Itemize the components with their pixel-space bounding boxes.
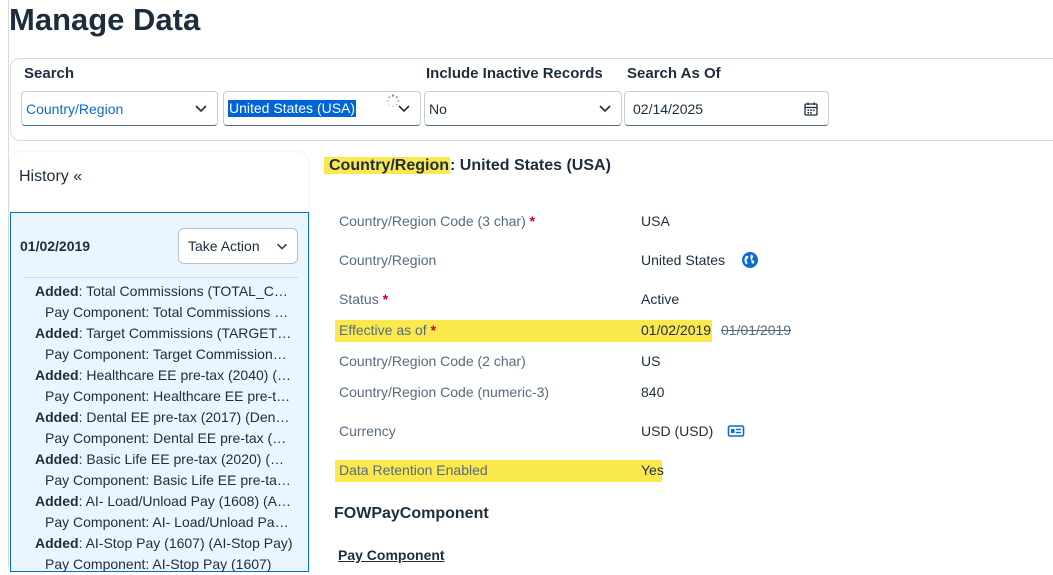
field-row-country: Country/Region United States bbox=[0, 250, 1053, 272]
search-as-of-label: Search As Of bbox=[627, 65, 721, 82]
required-marker: * bbox=[430, 322, 437, 338]
object-type-value: Country/Region bbox=[26, 100, 124, 117]
record-title: Country/Region: United States (USA) bbox=[324, 155, 611, 177]
search-as-of-value: 02/14/2025 bbox=[633, 100, 704, 117]
include-inactive-value: No bbox=[429, 100, 447, 117]
divider bbox=[23, 277, 298, 278]
field-row-code2: Country/Region Code (2 char) US bbox=[0, 351, 1053, 373]
history-change-added: Added: AI-Stop Pay (1607) (AI-Stop Pay) bbox=[35, 535, 293, 551]
search-label: Search bbox=[24, 65, 75, 82]
history-header: History « bbox=[10, 152, 308, 210]
history-change-detail: Pay Component: AI-Stop Pay (1607) bbox=[45, 556, 272, 572]
previous-value: 01/01/2019 bbox=[721, 322, 792, 338]
field-row-status: Status * Active bbox=[0, 289, 1053, 311]
search-as-of-date-input[interactable]: 02/14/2025 bbox=[624, 91, 829, 126]
required-marker: * bbox=[529, 213, 536, 229]
record-title-label: Country/Region bbox=[324, 157, 450, 174]
record-title-value: : United States (USA) bbox=[450, 157, 611, 174]
include-inactive-label: Include Inactive Records bbox=[426, 65, 603, 82]
field-value: USA bbox=[641, 213, 670, 229]
calendar-icon[interactable] bbox=[803, 101, 819, 117]
globe-icon[interactable] bbox=[741, 251, 759, 269]
field-row-code3: Country/Region Code (3 char) * USA bbox=[0, 211, 1053, 233]
subsection-title: Pay Component bbox=[338, 547, 445, 563]
field-label: Country/Region Code (2 char) bbox=[339, 353, 526, 369]
field-value: 01/02/2019 bbox=[641, 322, 712, 338]
business-card-icon[interactable] bbox=[727, 422, 745, 440]
field-label: Country/Region bbox=[339, 252, 437, 268]
object-type-select[interactable]: Country/Region bbox=[21, 91, 218, 126]
field-row-numeric: Country/Region Code (numeric-3) 840 bbox=[0, 382, 1053, 404]
field-label: Data Retention Enabled bbox=[339, 462, 488, 478]
page-title: Manage Data bbox=[9, 2, 201, 37]
field-value: United States bbox=[641, 252, 726, 268]
field-value: 840 bbox=[641, 384, 665, 400]
field-row-data-retention: Data Retention Enabled Yes bbox=[0, 460, 1053, 482]
search-bar: Search Include Inactive Records Search A… bbox=[10, 58, 1053, 141]
object-instance-select[interactable]: United States (USA) bbox=[223, 91, 421, 126]
history-change-added: Added: AI- Load/Unload Pay (1608) (AI- L… bbox=[35, 493, 293, 509]
field-label: Status * bbox=[339, 291, 389, 307]
history-collapse-toggle[interactable]: History « bbox=[19, 168, 82, 186]
field-label: Country/Region Code (3 char) * bbox=[339, 213, 536, 229]
field-value: Active bbox=[641, 291, 680, 307]
chevron-down-icon[interactable] bbox=[396, 100, 412, 116]
include-inactive-select[interactable]: No bbox=[424, 91, 622, 126]
field-label: Currency bbox=[339, 423, 396, 439]
field-value: Yes bbox=[641, 462, 664, 478]
field-value: US bbox=[641, 353, 661, 369]
field-label: Effective as of * bbox=[339, 322, 437, 338]
chevron-down-icon[interactable] bbox=[597, 100, 613, 116]
chevron-down-icon[interactable] bbox=[193, 100, 209, 116]
field-label: Country/Region Code (numeric-3) bbox=[339, 384, 550, 400]
object-instance-value: United States (USA) bbox=[228, 100, 357, 117]
field-value: USD (USD) bbox=[641, 423, 714, 439]
section-title: FOWPayComponent bbox=[334, 505, 489, 522]
field-row-currency: Currency USD (USD) bbox=[0, 421, 1053, 443]
history-change-detail: Pay Component: AI- Load/Unload Pay (1608… bbox=[45, 514, 291, 530]
field-row-effective-date: Effective as of * 01/02/2019 01/01/2019 bbox=[0, 320, 1053, 342]
required-marker: * bbox=[382, 291, 389, 307]
